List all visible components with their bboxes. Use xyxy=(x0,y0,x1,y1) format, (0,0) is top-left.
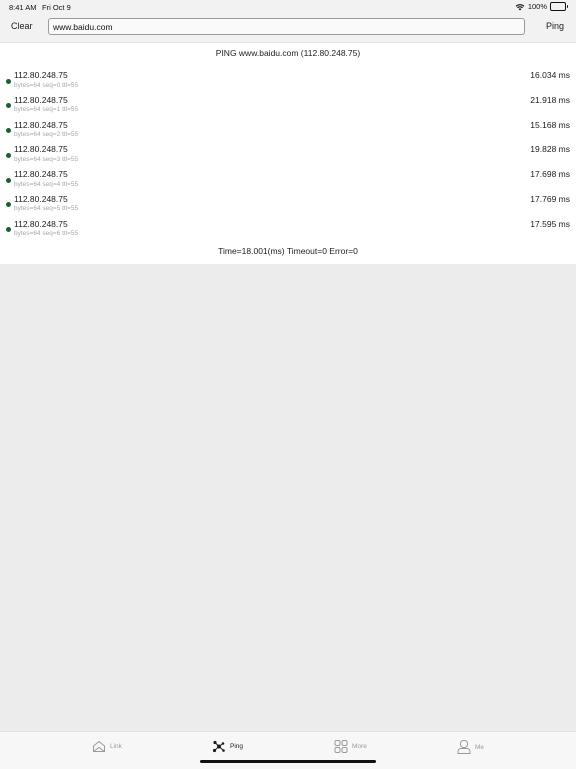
table-row: 112.80.248.75 bytes=64 seq=5 ttl=55 17.7… xyxy=(0,193,576,218)
status-dot xyxy=(6,202,11,208)
battery-icon xyxy=(550,2,568,11)
tab-bar: Link Ping More Me xyxy=(0,731,576,769)
status-dot xyxy=(6,78,11,84)
wifi-icon xyxy=(515,3,525,10)
tab-ping[interactable]: Ping xyxy=(212,740,243,753)
result-detail: bytes=64 seq=4 ttl=55 xyxy=(14,180,79,188)
tab-me[interactable]: Me xyxy=(457,740,484,754)
result-detail: bytes=64 seq=1 ttl=55 xyxy=(14,106,79,114)
result-time: 17.769 ms xyxy=(530,193,570,204)
url-input[interactable] xyxy=(48,18,525,35)
status-right: 100% xyxy=(515,2,568,11)
result-ip: 112.80.248.75 xyxy=(14,218,68,229)
result-detail: bytes=64 seq=2 ttl=55 xyxy=(14,131,79,139)
result-detail: bytes=64 seq=0 ttl=55 xyxy=(14,81,79,89)
status-dot xyxy=(6,227,11,233)
table-row: 112.80.248.75 bytes=64 seq=1 ttl=55 21.9… xyxy=(0,94,576,119)
result-list: 112.80.248.75 bytes=64 seq=0 ttl=55 16.0… xyxy=(0,69,576,243)
ping-button[interactable]: Ping xyxy=(546,21,564,31)
table-row: 112.80.248.75 bytes=64 seq=2 ttl=55 15.1… xyxy=(0,119,576,144)
ping-icon xyxy=(212,740,225,753)
result-time: 16.034 ms xyxy=(530,70,570,80)
status-date: Fri Oct 9 xyxy=(42,3,71,12)
status-time: 8:41 AM xyxy=(9,3,37,12)
result-detail: bytes=64 seq=3 ttl=55 xyxy=(14,155,79,163)
result-detail: bytes=64 seq=5 ttl=55 xyxy=(14,205,79,213)
status-dot xyxy=(6,103,11,109)
result-ip: 112.80.248.75 xyxy=(14,70,68,80)
status-dot xyxy=(6,128,11,134)
tab-link[interactable]: Link xyxy=(92,740,122,753)
tab-label: More xyxy=(352,743,367,750)
person-icon xyxy=(457,740,471,754)
tab-label: Ping xyxy=(230,743,244,750)
toolbar: Clear Ping xyxy=(0,14,576,43)
result-time: 19.828 ms xyxy=(530,144,570,155)
table-row: 112.80.248.75 bytes=64 seq=0 ttl=55 16.0… xyxy=(0,69,576,94)
result-ip: 112.80.248.75 xyxy=(14,94,68,105)
result-detail: bytes=64 seq=6 ttl=55 xyxy=(14,230,79,238)
home-indicator xyxy=(200,760,376,763)
table-row: 112.80.248.75 bytes=64 seq=4 ttl=55 17.6… xyxy=(0,168,576,193)
result-time: 21.918 ms xyxy=(530,94,570,105)
grid-icon xyxy=(334,740,348,753)
result-ip: 112.80.248.75 xyxy=(14,193,68,204)
tab-more[interactable]: More xyxy=(334,740,367,753)
status-dot xyxy=(6,177,11,183)
tab-label: Me xyxy=(475,743,485,751)
result-time: 15.168 ms xyxy=(530,119,570,130)
table-row: 112.80.248.75 bytes=64 seq=3 ttl=55 19.8… xyxy=(0,143,576,168)
tab-label: Link xyxy=(110,743,122,750)
status-bar: 8:41 AM Fri Oct 9 100% xyxy=(0,0,576,14)
result-ip: 112.80.248.75 xyxy=(14,119,68,130)
status-dot xyxy=(6,152,11,158)
clear-button[interactable]: Clear xyxy=(11,21,33,31)
home-icon xyxy=(93,740,105,752)
ping-results-panel: PING www.baidu.com (112.80.248.75) 112.8… xyxy=(0,43,576,264)
result-ip: 112.80.248.75 xyxy=(14,169,68,180)
result-time: 17.595 ms xyxy=(530,218,570,229)
result-time: 17.698 ms xyxy=(530,169,570,180)
table-row: 112.80.248.75 bytes=64 seq=6 ttl=55 17.5… xyxy=(0,218,576,243)
battery-percent: 100% xyxy=(527,2,547,11)
ping-summary: Time=18.001(ms) Timeout=0 Error=0 xyxy=(218,246,358,256)
ping-header: PING www.baidu.com (112.80.248.75) xyxy=(215,48,361,58)
result-ip: 112.80.248.75 xyxy=(14,144,68,155)
